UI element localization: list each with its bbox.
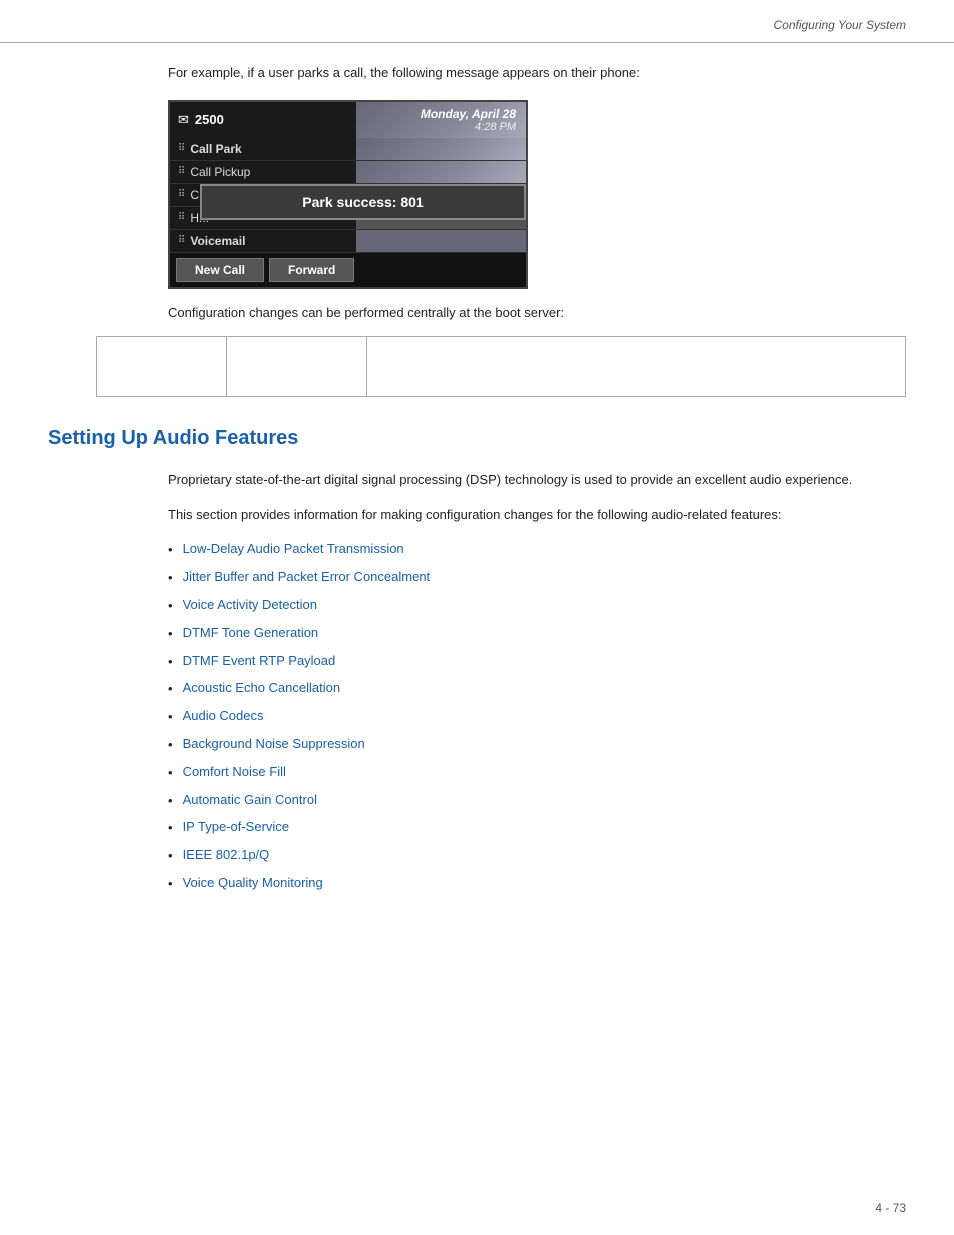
list-item: IP Type-of-Service — [168, 817, 906, 839]
forward-button[interactable]: Forward — [269, 258, 354, 282]
popup-text: Park success: 801 — [302, 194, 423, 210]
phone-display: ✉ 2500 Monday, April 28 4:28 PM ⠿ Call P… — [168, 100, 528, 289]
list-item: IEEE 802.1p/Q — [168, 845, 906, 867]
new-call-button[interactable]: New Call — [176, 258, 264, 282]
config-table-section — [96, 336, 906, 397]
grid-icon-3: ⠿ — [178, 189, 185, 200]
list-item: DTMF Tone Generation — [168, 623, 906, 645]
page-body: For example, if a user parks a call, the… — [0, 43, 954, 941]
list-item: Acoustic Echo Cancellation — [168, 678, 906, 700]
page-footer: 4 - 73 — [875, 1201, 906, 1215]
list-item: Voice Quality Monitoring — [168, 873, 906, 895]
config-table — [96, 336, 906, 397]
table-cell-1 — [97, 336, 227, 396]
config-text: Configuration changes can be performed c… — [168, 305, 906, 320]
section-heading: Setting Up Audio Features — [48, 427, 906, 450]
table-cell-2 — [227, 336, 367, 396]
list-item: Voice Activity Detection — [168, 595, 906, 617]
menu-item-5: Voicemail — [190, 234, 245, 248]
phone-number: 2500 — [195, 112, 224, 127]
phone-screenshot: ✉ 2500 Monday, April 28 4:28 PM ⠿ Call P… — [168, 100, 528, 289]
phone-time: 4:28 PM — [366, 121, 516, 133]
page-header: Configuring Your System — [0, 0, 954, 43]
grid-icon-2: ⠿ — [178, 166, 185, 177]
mail-icon: ✉ — [178, 112, 189, 128]
table-cell-3 — [367, 336, 906, 396]
list-item: Comfort Noise Fill — [168, 762, 906, 784]
phone-date: Monday, April 28 — [366, 107, 516, 121]
menu-item-1: Call Park — [190, 142, 241, 156]
grid-icon-4: ⠿ — [178, 212, 185, 223]
menu-item-2: Call Pickup — [190, 165, 250, 179]
grid-icon-1: ⠿ — [178, 143, 185, 154]
list-item: Automatic Gain Control — [168, 790, 906, 812]
section-body: Proprietary state-of-the-art digital sig… — [168, 470, 906, 895]
table-row — [97, 336, 906, 396]
section-para-2: This section provides information for ma… — [168, 505, 906, 526]
list-item: DTMF Event RTP Payload — [168, 651, 906, 673]
list-item: Audio Codecs — [168, 706, 906, 728]
page-number: 4 - 73 — [875, 1201, 906, 1215]
list-item: Jitter Buffer and Packet Error Concealme… — [168, 567, 906, 589]
grid-icon-5: ⠿ — [178, 235, 185, 246]
list-item: Low-Delay Audio Packet Transmission — [168, 539, 906, 561]
intro-paragraph: For example, if a user parks a call, the… — [168, 63, 906, 84]
feature-list: Low-Delay Audio Packet Transmission Jitte… — [168, 539, 906, 894]
header-title: Configuring Your System — [773, 18, 906, 32]
list-item: Background Noise Suppression — [168, 734, 906, 756]
section-para-1: Proprietary state-of-the-art digital sig… — [168, 470, 906, 491]
